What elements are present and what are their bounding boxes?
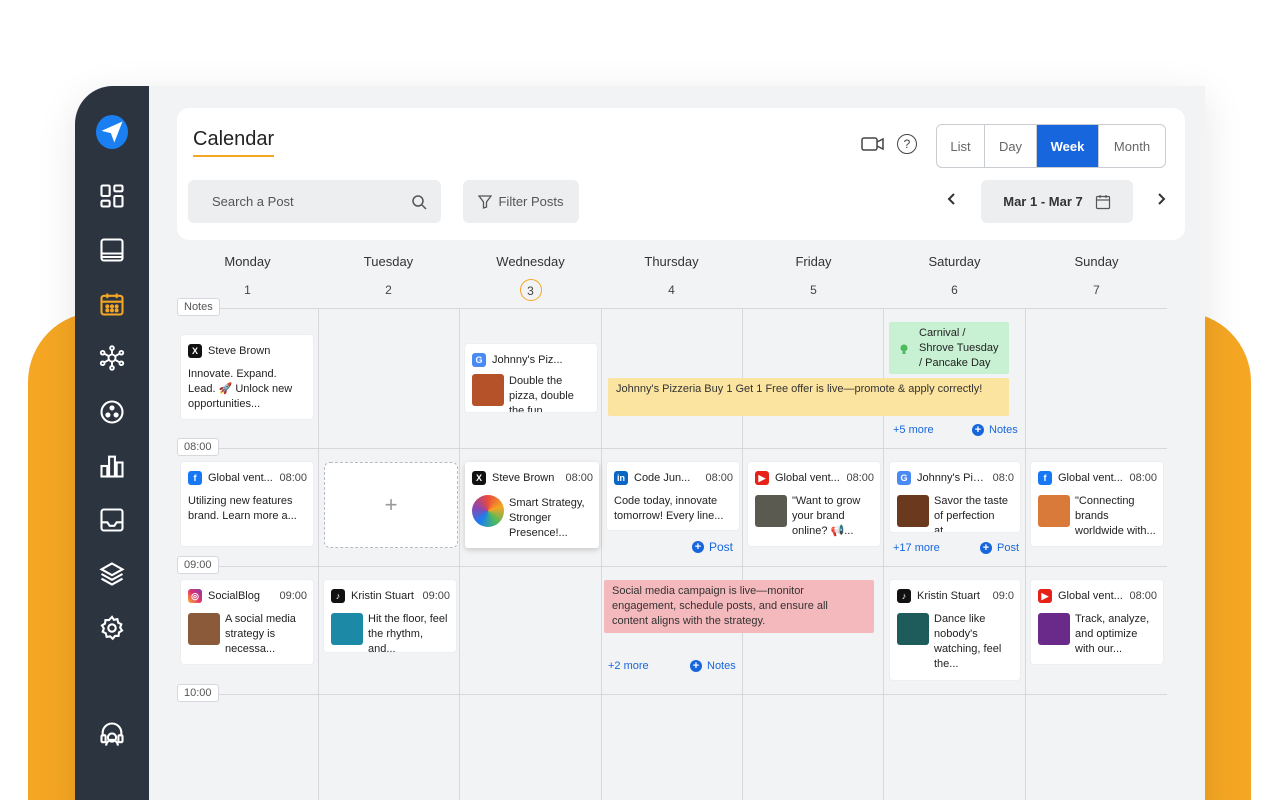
search-input[interactable]: Search a Post <box>188 180 441 223</box>
search-icon <box>412 194 427 210</box>
day-header-monday: Monday 1 <box>224 254 271 297</box>
post-card[interactable]: X Steve Brown Innovate. Expand. Lead. 🚀 U… <box>181 335 313 419</box>
promo-banner[interactable]: Johnny's Pizzeria Buy 1 Get 1 Free offer… <box>608 378 1009 416</box>
strategy-thumbnail <box>188 613 220 645</box>
post-card[interactable]: G Johnny's Piz... 08:0 Savor the taste of … <box>890 462 1020 532</box>
sidebar <box>75 86 149 800</box>
day-header-thursday: Thursday 4 <box>644 254 699 297</box>
page-title: Calendar <box>193 128 275 157</box>
day-header-sunday: Sunday 7 <box>1074 254 1119 297</box>
settings-icon[interactable] <box>96 612 128 644</box>
view-switcher: List Day Week Month <box>936 124 1166 168</box>
calendar-toolbar: Calendar ? List Day Week Month Search a … <box>177 108 1185 240</box>
post-card[interactable]: f Global vent... 08:00 Utilizing new featu… <box>181 462 313 546</box>
chevron-right-icon[interactable] <box>1154 192 1168 211</box>
support-icon[interactable] <box>96 718 128 750</box>
dance-thumbnail <box>331 613 363 645</box>
youtube-icon: ▶ <box>755 471 769 485</box>
plus-icon: + <box>980 542 992 554</box>
filter-label: Filter Posts <box>498 194 564 209</box>
analytics-thumbnail <box>1038 613 1070 645</box>
google-business-icon: G <box>897 471 911 485</box>
app-window: Calendar ? List Day Week Month Search a … <box>75 86 1205 800</box>
calendar-icon[interactable] <box>96 288 128 320</box>
video-thumbnail <box>755 495 787 527</box>
post-card[interactable]: ▶ Global vent... 08:00 "Want to grow your … <box>748 462 880 546</box>
more-link[interactable]: +2 more <box>608 660 649 672</box>
day-header-tuesday: Tuesday 2 <box>363 254 414 297</box>
day-header-wednesday: Wednesday 3 <box>460 254 601 301</box>
date-range-picker[interactable]: Mar 1 - Mar 7 <box>981 180 1133 223</box>
notes-link[interactable]: + Notes <box>972 424 1018 436</box>
network-icon[interactable] <box>96 342 128 374</box>
post-card[interactable]: ♪ Kristin Stuart 09:00 Hit the floor, feel… <box>324 580 456 652</box>
tab-week[interactable]: Week <box>1037 125 1099 167</box>
pizza-thumbnail <box>897 495 929 527</box>
inbox-icon[interactable] <box>96 504 128 536</box>
plus-icon: + <box>972 424 984 436</box>
calendar-small-icon <box>1095 194 1110 209</box>
engage-icon[interactable] <box>96 396 128 428</box>
x-icon: X <box>188 344 202 358</box>
post-card[interactable]: ◎ SocialBlog 09:00 A social media strategy… <box>181 580 313 664</box>
main-area: Calendar ? List Day Week Month Search a … <box>149 86 1205 800</box>
more-link[interactable]: +5 more <box>893 424 934 436</box>
tiktok-icon: ♪ <box>331 589 345 603</box>
add-post-link[interactable]: + Post <box>980 542 1019 554</box>
x-icon: X <box>472 471 486 485</box>
time-label-0800: 08:00 <box>177 438 219 456</box>
posts-icon[interactable] <box>96 234 128 266</box>
facebook-icon: f <box>188 471 202 485</box>
add-post-link[interactable]: + Post <box>692 540 733 554</box>
analytics-icon[interactable] <box>96 450 128 482</box>
post-card[interactable]: X Steve Brown 08:00 Smart Strategy, Strong… <box>465 462 599 548</box>
time-label-0900: 09:00 <box>177 556 219 574</box>
video-icon[interactable] <box>861 136 885 157</box>
day-header-friday: Friday 5 <box>795 254 832 297</box>
stage: Calendar ? List Day Week Month Search a … <box>0 0 1280 800</box>
chevron-left-icon[interactable] <box>945 192 959 211</box>
linkedin-icon: in <box>614 471 628 485</box>
post-card[interactable]: f Global vent... 08:00 "Connecting brands … <box>1031 462 1163 546</box>
post-card[interactable]: G Johnny's Piz... Double the pizza, doubl… <box>465 344 597 412</box>
layers-icon[interactable] <box>96 558 128 590</box>
plus-icon: + <box>690 660 702 672</box>
notes-link[interactable]: + Notes <box>690 660 736 672</box>
today-marker: 3 <box>519 279 542 301</box>
campaign-banner[interactable]: Social media campaign is live—monitor en… <box>604 580 874 633</box>
youtube-icon: ▶ <box>1038 589 1052 603</box>
strategy-thumbnail <box>472 495 504 527</box>
day-header-saturday: Saturday 6 <box>928 254 981 297</box>
instagram-icon: ◎ <box>188 589 202 603</box>
search-placeholder: Search a Post <box>212 194 294 209</box>
dance-thumbnail <box>897 613 929 645</box>
notes-row-label: Notes <box>177 298 220 316</box>
tab-month[interactable]: Month <box>1099 125 1165 167</box>
logo-icon[interactable] <box>96 115 128 149</box>
tab-list[interactable]: List <box>937 125 985 167</box>
pizza-thumbnail <box>472 374 504 406</box>
post-card[interactable]: in Code Jun... 08:00 Code today, innovate … <box>607 462 739 530</box>
dashboard-icon[interactable] <box>96 180 128 212</box>
facebook-icon: f <box>1038 471 1052 485</box>
calendar-grid: Notes 08:00 09:00 10:00 X Steve Brown Inn… <box>177 298 1167 800</box>
date-range-label: Mar 1 - Mar 7 <box>1003 194 1083 209</box>
google-business-icon: G <box>472 353 486 367</box>
more-link[interactable]: +17 more <box>893 542 940 554</box>
help-icon[interactable]: ? <box>897 134 917 154</box>
add-post-slot[interactable]: + <box>324 462 458 548</box>
filter-icon <box>478 194 493 209</box>
lightbulb-icon <box>900 344 908 354</box>
holiday-note[interactable]: Carnival / Shrove Tuesday / Pancake Day <box>889 322 1009 374</box>
filter-posts-button[interactable]: Filter Posts <box>463 180 579 223</box>
post-card[interactable]: ▶ Global vent... 08:00 Track, analyze, and… <box>1031 580 1163 664</box>
post-card[interactable]: ♪ Kristin Stuart 09:0 Dance like nobody's … <box>890 580 1020 680</box>
plus-icon: + <box>692 541 704 553</box>
tiktok-icon: ♪ <box>897 589 911 603</box>
team-thumbnail <box>1038 495 1070 527</box>
tab-day[interactable]: Day <box>985 125 1037 167</box>
time-label-1000: 10:00 <box>177 684 219 702</box>
